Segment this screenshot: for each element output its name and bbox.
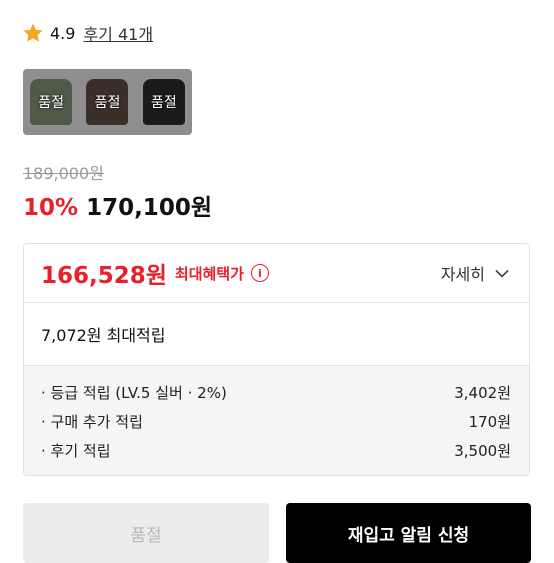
max-benefit-header: 166,528원 최대혜택가 i 자세히 bbox=[24, 244, 529, 303]
points-breakdown: · 등급 적립 (LV.5 실버 · 2%) 3,402원 · 구매 추가 적립… bbox=[24, 366, 529, 475]
points-label: · 후기 적립 bbox=[41, 442, 111, 460]
discount-percent: 10% bbox=[23, 195, 79, 221]
soldout-button: 품절 bbox=[23, 503, 269, 563]
color-option-brown[interactable]: 품절 bbox=[79, 69, 135, 135]
max-benefit-price: 166,528원 bbox=[41, 263, 167, 289]
soldout-label: 품절 bbox=[150, 95, 177, 111]
points-label: · 등급 적립 (LV.5 실버 · 2%) bbox=[41, 384, 227, 402]
points-value: 3,402원 bbox=[454, 384, 511, 402]
points-row: · 구매 추가 적립 170원 bbox=[41, 407, 511, 436]
points-row: · 후기 적립 3,500원 bbox=[41, 436, 511, 465]
color-option-olive[interactable]: 품절 bbox=[23, 69, 79, 135]
rating-score: 4.9 bbox=[50, 23, 76, 43]
benefit-box: 166,528원 최대혜택가 i 자세히 7,072원 최대적립 · 등급 적립… bbox=[23, 243, 530, 476]
color-options: 품절 품절 품절 bbox=[23, 69, 192, 135]
review-count-link[interactable]: 후기 41개 bbox=[83, 21, 153, 45]
max-benefit-label: 최대혜택가 bbox=[174, 264, 244, 283]
points-value: 3,500원 bbox=[454, 442, 511, 460]
star-icon bbox=[22, 22, 44, 44]
chevron-down-icon bbox=[495, 269, 509, 278]
points-value: 170원 bbox=[468, 413, 511, 431]
color-option-black[interactable]: 품절 bbox=[136, 69, 192, 135]
info-icon[interactable]: i bbox=[250, 264, 269, 282]
soldout-label: 품절 bbox=[94, 95, 121, 111]
sale-price: 170,100원 bbox=[86, 195, 212, 221]
detail-label: 자세히 bbox=[440, 265, 485, 284]
original-price: 189,000원 bbox=[23, 164, 104, 183]
detail-toggle[interactable]: 자세히 bbox=[441, 261, 509, 285]
points-row: · 등급 적립 (LV.5 실버 · 2%) 3,402원 bbox=[41, 378, 511, 407]
sale-price-row: 10% 170,100원 bbox=[23, 188, 212, 222]
soldout-label: 품절 bbox=[38, 95, 65, 111]
rating-summary: 4.9 후기 41개 bbox=[22, 20, 153, 46]
points-label: · 구매 추가 적립 bbox=[41, 413, 143, 431]
restock-alert-button[interactable]: 재입고 알림 신청 bbox=[286, 503, 531, 563]
max-points-total: 7,072원 최대적립 bbox=[24, 303, 529, 366]
